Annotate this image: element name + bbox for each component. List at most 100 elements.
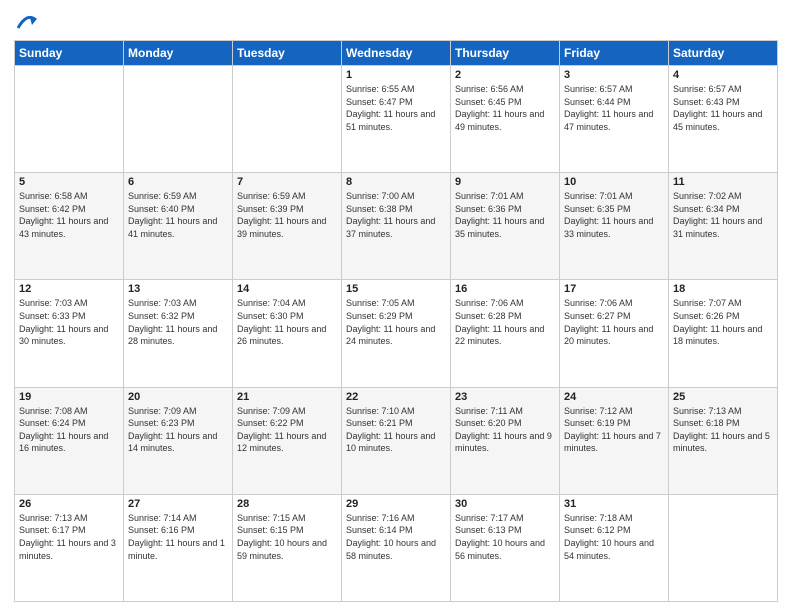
calendar-cell: 24 Sunrise: 7:12 AM Sunset: 6:19 PM Dayli… [560, 387, 669, 494]
calendar-cell: 10 Sunrise: 7:01 AM Sunset: 6:35 PM Dayli… [560, 173, 669, 280]
calendar-cell: 11 Sunrise: 7:02 AM Sunset: 6:34 PM Dayli… [669, 173, 778, 280]
day-info: Sunrise: 7:01 AM Sunset: 6:35 PM Dayligh… [564, 190, 664, 240]
calendar-cell: 4 Sunrise: 6:57 AM Sunset: 6:43 PM Daylig… [669, 66, 778, 173]
day-info: Sunrise: 7:11 AM Sunset: 6:20 PM Dayligh… [455, 405, 555, 455]
day-number: 7 [237, 176, 337, 188]
day-info: Sunrise: 6:55 AM Sunset: 6:47 PM Dayligh… [346, 83, 446, 133]
day-info: Sunrise: 7:02 AM Sunset: 6:34 PM Dayligh… [673, 190, 773, 240]
day-number: 24 [564, 391, 664, 403]
day-number: 21 [237, 391, 337, 403]
day-info: Sunrise: 7:13 AM Sunset: 6:18 PM Dayligh… [673, 405, 773, 455]
day-info: Sunrise: 7:03 AM Sunset: 6:33 PM Dayligh… [19, 297, 119, 347]
day-info: Sunrise: 7:16 AM Sunset: 6:14 PM Dayligh… [346, 512, 446, 562]
day-info: Sunrise: 7:04 AM Sunset: 6:30 PM Dayligh… [237, 297, 337, 347]
day-number: 14 [237, 283, 337, 295]
calendar-cell: 21 Sunrise: 7:09 AM Sunset: 6:22 PM Dayli… [233, 387, 342, 494]
calendar-week-row: 19 Sunrise: 7:08 AM Sunset: 6:24 PM Dayli… [15, 387, 778, 494]
calendar-week-row: 12 Sunrise: 7:03 AM Sunset: 6:33 PM Dayli… [15, 280, 778, 387]
day-number: 22 [346, 391, 446, 403]
calendar-cell: 13Sunrise: 7:03 AM Sunset: 6:32 PM Dayli… [124, 280, 233, 387]
day-info: Sunrise: 6:57 AM Sunset: 6:44 PM Dayligh… [564, 83, 664, 133]
day-info: Sunrise: 7:12 AM Sunset: 6:19 PM Dayligh… [564, 405, 664, 455]
day-info: Sunrise: 7:17 AM Sunset: 6:13 PM Dayligh… [455, 512, 555, 562]
page: SundayMondayTuesdayWednesdayThursdayFrid… [0, 0, 792, 612]
day-number: 19 [19, 391, 119, 403]
day-info: Sunrise: 7:08 AM Sunset: 6:24 PM Dayligh… [19, 405, 119, 455]
calendar-cell: 15 Sunrise: 7:05 AM Sunset: 6:29 PM Dayli… [342, 280, 451, 387]
day-number: 15 [346, 283, 446, 295]
calendar-cell: 18Sunrise: 7:07 AM Sunset: 6:26 PM Dayli… [669, 280, 778, 387]
calendar-cell: 22 Sunrise: 7:10 AM Sunset: 6:21 PM Dayli… [342, 387, 451, 494]
day-number: 5 [19, 176, 119, 188]
weekday-header: Saturday [669, 41, 778, 66]
day-info: Sunrise: 7:10 AM Sunset: 6:21 PM Dayligh… [346, 405, 446, 455]
day-number: 17 [564, 283, 664, 295]
day-number: 30 [455, 498, 555, 510]
calendar-cell: 7 Sunrise: 6:59 AM Sunset: 6:39 PM Daylig… [233, 173, 342, 280]
day-number: 4 [673, 69, 773, 81]
day-number: 11 [673, 176, 773, 188]
calendar-cell: 27Sunrise: 7:14 AM Sunset: 6:16 PM Dayli… [124, 494, 233, 601]
weekday-header: Tuesday [233, 41, 342, 66]
calendar-cell: 16 Sunrise: 7:06 AM Sunset: 6:28 PM Dayli… [451, 280, 560, 387]
calendar-week-row: 5 Sunrise: 6:58 AM Sunset: 6:42 PM Daylig… [15, 173, 778, 280]
day-number: 1 [346, 69, 446, 81]
day-info: Sunrise: 7:09 AM Sunset: 6:22 PM Dayligh… [237, 405, 337, 455]
calendar-cell: 1 Sunrise: 6:55 AM Sunset: 6:47 PM Daylig… [342, 66, 451, 173]
day-info: Sunrise: 7:06 AM Sunset: 6:27 PM Dayligh… [564, 297, 664, 347]
logo-general [14, 10, 38, 32]
calendar-cell: 28Sunrise: 7:15 AM Sunset: 6:15 PM Dayli… [233, 494, 342, 601]
calendar-cell: 2 Sunrise: 6:56 AM Sunset: 6:45 PM Daylig… [451, 66, 560, 173]
calendar-cell: 31Sunrise: 7:18 AM Sunset: 6:12 PM Dayli… [560, 494, 669, 601]
calendar-cell: 8Sunrise: 7:00 AM Sunset: 6:38 PM Daylig… [342, 173, 451, 280]
calendar-cell: 26Sunrise: 7:13 AM Sunset: 6:17 PM Dayli… [15, 494, 124, 601]
calendar-cell [124, 66, 233, 173]
day-number: 16 [455, 283, 555, 295]
day-number: 20 [128, 391, 228, 403]
calendar-cell: 29 Sunrise: 7:16 AM Sunset: 6:14 PM Dayli… [342, 494, 451, 601]
calendar-cell: 25 Sunrise: 7:13 AM Sunset: 6:18 PM Dayli… [669, 387, 778, 494]
day-number: 6 [128, 176, 228, 188]
day-info: Sunrise: 7:05 AM Sunset: 6:29 PM Dayligh… [346, 297, 446, 347]
day-info: Sunrise: 7:06 AM Sunset: 6:28 PM Dayligh… [455, 297, 555, 347]
header [14, 10, 778, 32]
calendar-cell: 20 Sunrise: 7:09 AM Sunset: 6:23 PM Dayli… [124, 387, 233, 494]
weekday-header: Monday [124, 41, 233, 66]
calendar-cell: 14 Sunrise: 7:04 AM Sunset: 6:30 PM Dayli… [233, 280, 342, 387]
day-info: Sunrise: 6:56 AM Sunset: 6:45 PM Dayligh… [455, 83, 555, 133]
day-number: 13 [128, 283, 228, 295]
logo [14, 10, 38, 32]
calendar-cell [15, 66, 124, 173]
day-info: Sunrise: 7:14 AM Sunset: 6:16 PM Dayligh… [128, 512, 228, 562]
day-info: Sunrise: 7:01 AM Sunset: 6:36 PM Dayligh… [455, 190, 555, 240]
calendar-week-row: 1 Sunrise: 6:55 AM Sunset: 6:47 PM Daylig… [15, 66, 778, 173]
day-number: 10 [564, 176, 664, 188]
calendar-cell: 30 Sunrise: 7:17 AM Sunset: 6:13 PM Dayli… [451, 494, 560, 601]
day-info: Sunrise: 6:59 AM Sunset: 6:39 PM Dayligh… [237, 190, 337, 240]
day-number: 2 [455, 69, 555, 81]
calendar-cell: 6 Sunrise: 6:59 AM Sunset: 6:40 PM Daylig… [124, 173, 233, 280]
day-number: 25 [673, 391, 773, 403]
day-info: Sunrise: 6:57 AM Sunset: 6:43 PM Dayligh… [673, 83, 773, 133]
day-number: 9 [455, 176, 555, 188]
calendar-cell: 9 Sunrise: 7:01 AM Sunset: 6:36 PM Daylig… [451, 173, 560, 280]
day-info: Sunrise: 7:15 AM Sunset: 6:15 PM Dayligh… [237, 512, 337, 562]
day-number: 12 [19, 283, 119, 295]
weekday-header: Thursday [451, 41, 560, 66]
calendar-cell: 12 Sunrise: 7:03 AM Sunset: 6:33 PM Dayli… [15, 280, 124, 387]
day-info: Sunrise: 6:59 AM Sunset: 6:40 PM Dayligh… [128, 190, 228, 240]
day-info: Sunrise: 6:58 AM Sunset: 6:42 PM Dayligh… [19, 190, 119, 240]
calendar-cell [669, 494, 778, 601]
day-number: 26 [19, 498, 119, 510]
calendar-cell: 17 Sunrise: 7:06 AM Sunset: 6:27 PM Dayli… [560, 280, 669, 387]
day-number: 3 [564, 69, 664, 81]
calendar-cell: 19 Sunrise: 7:08 AM Sunset: 6:24 PM Dayli… [15, 387, 124, 494]
calendar: SundayMondayTuesdayWednesdayThursdayFrid… [14, 40, 778, 602]
weekday-header: Wednesday [342, 41, 451, 66]
day-info: Sunrise: 7:07 AM Sunset: 6:26 PM Dayligh… [673, 297, 773, 347]
day-number: 31 [564, 498, 664, 510]
calendar-cell: 5 Sunrise: 6:58 AM Sunset: 6:42 PM Daylig… [15, 173, 124, 280]
day-info: Sunrise: 7:09 AM Sunset: 6:23 PM Dayligh… [128, 405, 228, 455]
day-number: 29 [346, 498, 446, 510]
weekday-header: Sunday [15, 41, 124, 66]
